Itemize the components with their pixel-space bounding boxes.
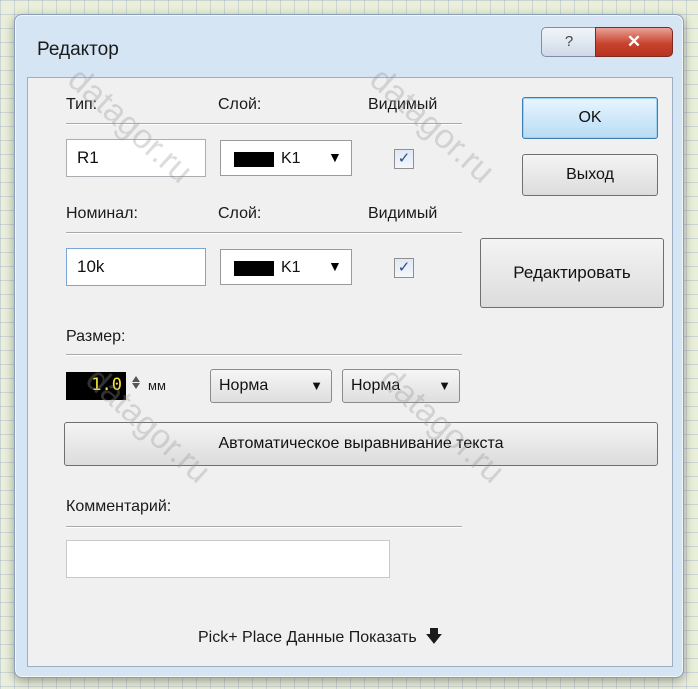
help-button[interactable]: ? — [541, 27, 597, 57]
layer-select-2-value: K1 — [281, 259, 301, 276]
auto-align-text-button[interactable]: Автоматическое выравнивание текста — [64, 422, 658, 466]
size-unit: мм — [148, 378, 166, 393]
chevron-down-icon: ▼ — [438, 378, 451, 393]
chevron-down-icon: ▼ — [328, 149, 342, 165]
visible-label-2: Видимый — [368, 205, 438, 222]
layer-select-1[interactable]: K1 ▼ — [220, 140, 352, 176]
text-style-select-1[interactable]: Норма ▼ — [210, 369, 332, 403]
value-label: Номинал: — [66, 205, 138, 222]
question-icon: ? — [564, 33, 574, 50]
checkmark-icon: ✓ — [397, 150, 411, 167]
visible-checkbox-1[interactable]: ✓ — [394, 149, 414, 169]
dialog-client-area: Тип: Слой: Видимый R1 K1 ▼ ✓ OK Выход Но… — [27, 77, 673, 667]
layer-color-swatch — [234, 152, 274, 167]
visible-label-1: Видимый — [368, 96, 438, 113]
divider — [66, 526, 462, 528]
window-title: Редактор — [37, 39, 119, 60]
arrow-down-icon: 🡇 — [425, 627, 443, 647]
visible-checkbox-2[interactable]: ✓ — [394, 258, 414, 278]
divider — [66, 123, 462, 125]
text-style-select-2-value: Норма — [351, 377, 401, 394]
size-value-display[interactable]: 1.0 — [66, 372, 126, 400]
chevron-down-icon: ▼ — [328, 258, 342, 274]
layer-select-2[interactable]: K1 ▼ — [220, 249, 352, 285]
checkmark-icon: ✓ — [397, 259, 411, 276]
value-input[interactable]: 10k — [66, 248, 206, 286]
title-bar[interactable]: Редактор ? ✕ — [15, 15, 683, 77]
close-icon: ✕ — [626, 32, 642, 51]
pick-place-show-link[interactable]: Pick+ Place Данные Показать 🡇 — [198, 624, 443, 653]
divider — [66, 354, 462, 356]
layer-select-1-value: K1 — [281, 150, 301, 167]
text-style-select-1-value: Норма — [219, 377, 269, 394]
editor-dialog: Редактор ? ✕ Тип: Слой: Видимый R1 K1 ▼ … — [14, 14, 684, 678]
pick-place-show-text: Pick+ Place Данные Показать — [198, 629, 417, 646]
comment-input[interactable] — [66, 540, 390, 578]
layer-label-1: Слой: — [218, 96, 262, 113]
close-button[interactable]: ✕ — [595, 27, 673, 57]
text-style-select-2[interactable]: Норма ▼ — [342, 369, 460, 403]
chevron-down-icon: ▼ — [310, 378, 323, 393]
divider — [66, 232, 462, 234]
layer-label-2: Слой: — [218, 205, 262, 222]
edit-button[interactable]: Редактировать — [480, 238, 664, 308]
comment-label: Комментарий: — [66, 498, 172, 515]
layer-color-swatch — [234, 261, 274, 276]
size-spinner-icon[interactable] — [132, 375, 140, 393]
ok-button[interactable]: OK — [522, 97, 658, 139]
type-input[interactable]: R1 — [66, 139, 206, 177]
exit-button[interactable]: Выход — [522, 154, 658, 196]
size-label: Размер: — [66, 328, 126, 345]
type-label: Тип: — [66, 96, 98, 113]
